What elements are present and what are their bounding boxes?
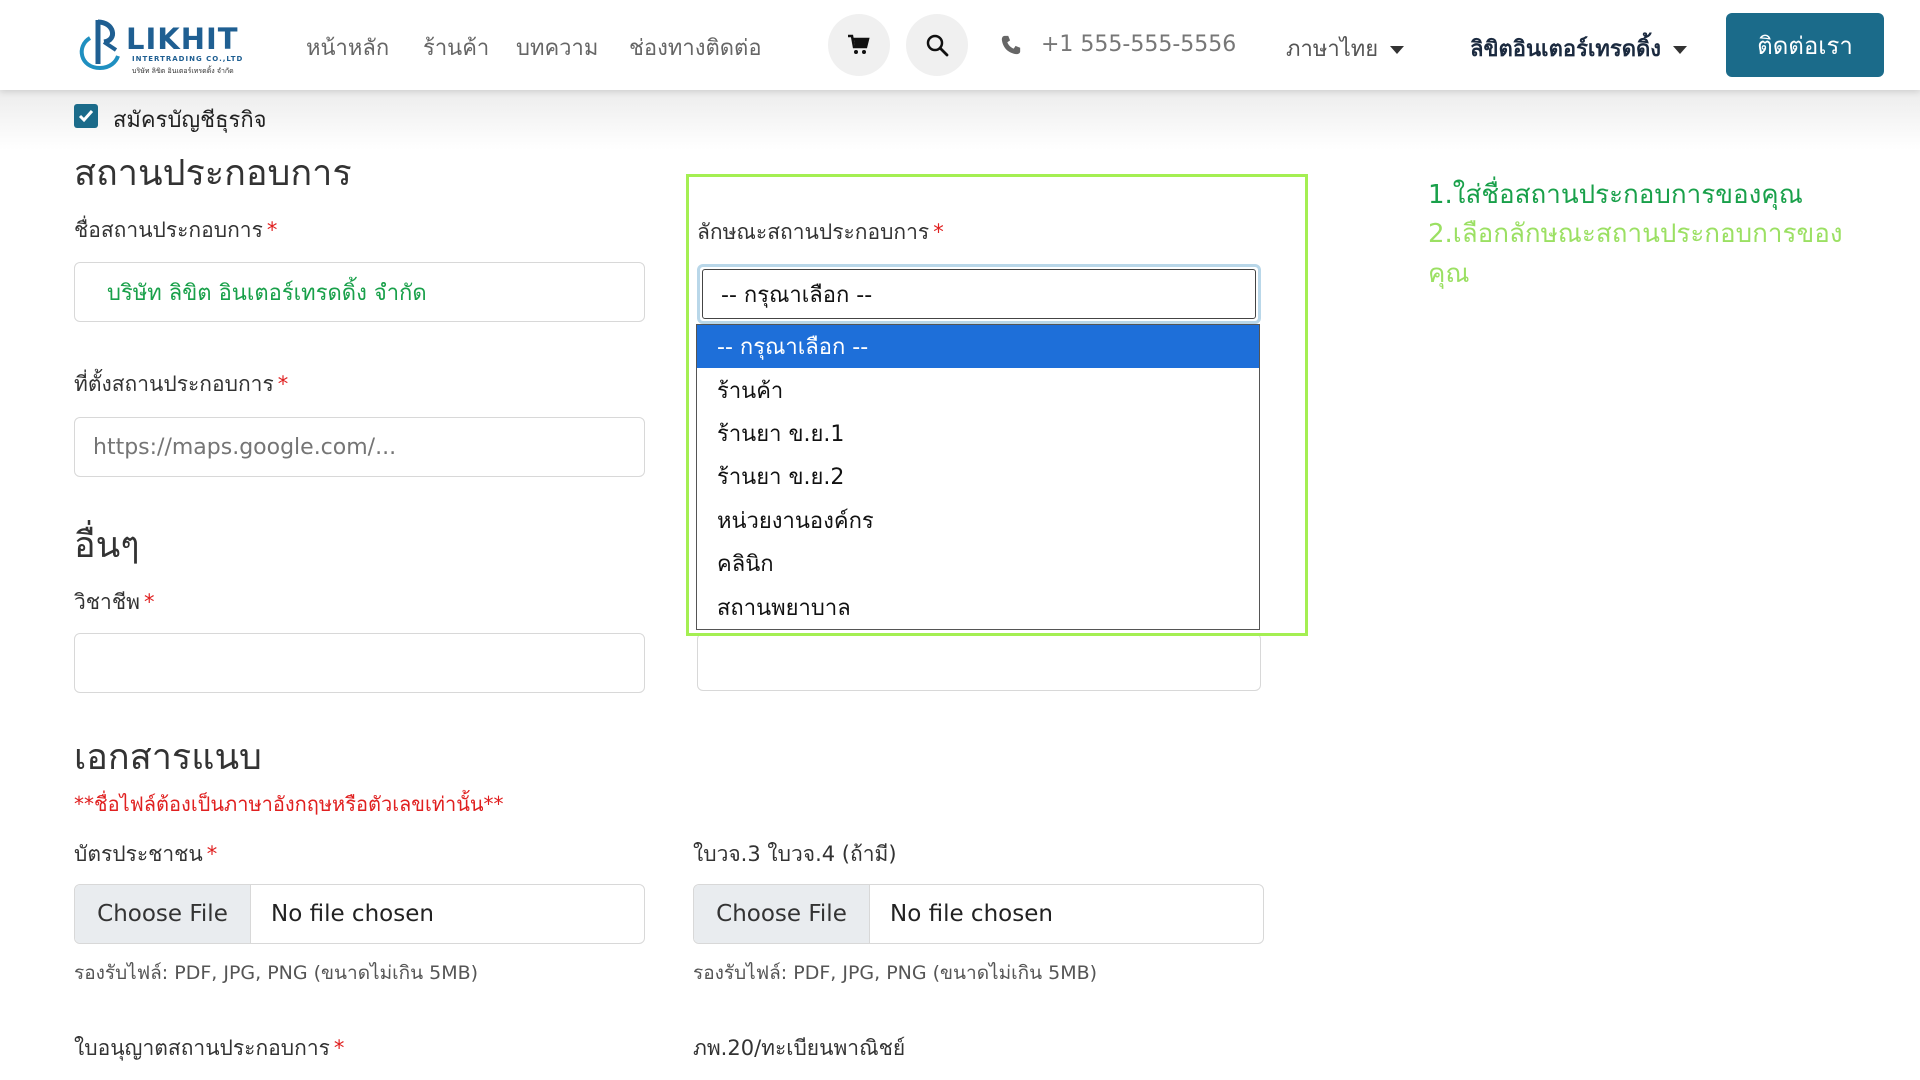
occupation-input[interactable]: [74, 633, 645, 693]
option-placeholder[interactable]: -- กรุณาเลือก --: [697, 325, 1259, 369]
check-icon: [78, 110, 94, 123]
language-label: ภาษาไทย: [1286, 37, 1379, 62]
option-organization[interactable]: หน่วยงานองค์กร: [697, 499, 1259, 542]
section-title-business: สถานประกอบการ: [74, 153, 352, 194]
search-icon: [926, 34, 949, 57]
phone-number[interactable]: +1 555-555-5556: [1041, 32, 1236, 57]
option-clinic[interactable]: คลินิก: [697, 542, 1259, 585]
location-label: ที่ตั้งสถานประกอบการ *: [74, 372, 289, 396]
chevron-down-icon: [1673, 46, 1688, 54]
logo-name: LIKHIT: [126, 22, 239, 56]
nav-contact[interactable]: ช่องทางติดต่อ: [629, 30, 762, 65]
business-type-options-list: -- กรุณาเลือก -- ร้านค้า ร้านยา ข.ย.1 ร้…: [696, 324, 1260, 630]
commerce-registration-label: ภพ.20/ทะเบียนพาณิชย์: [693, 1036, 906, 1060]
logo-subtitle: INTERTRADING CO.,LTD: [132, 55, 244, 63]
search-button[interactable]: [906, 14, 968, 76]
business-account-label: สมัครบัญชีธุรกิจ: [113, 108, 267, 133]
file-hint: รองรับไฟล์: PDF, JPG, PNG (ขนาดไม่เกิน 5…: [693, 962, 1098, 984]
id-card-label: บัตรประชาชน *: [74, 842, 218, 866]
secondary-input[interactable]: [697, 633, 1261, 691]
logo-subtitle-thai: บริษัท ลิขิต อินเตอร์เทรดดิ้ง จำกัด: [132, 67, 234, 75]
top-header: LIKHIT INTERTRADING CO.,LTD บริษัท ลิขิต…: [0, 0, 1920, 90]
section-title-documents: เอกสารแนบ: [74, 737, 262, 778]
business-type-label: ลักษณะสถานประกอบการ *: [697, 220, 944, 244]
file-name-warning: **ชื่อไฟล์ต้องเป็นภาษาอังกฤษหรือตัวเลขเท…: [74, 792, 504, 816]
header-shadow-band: [0, 90, 1920, 150]
business-account-checkbox[interactable]: [74, 104, 98, 128]
file-status: No file chosen: [890, 901, 1053, 927]
option-pharmacy-1[interactable]: ร้านยา ข.ย.1: [697, 412, 1259, 455]
annotation-step-1: 1.ใส่ชื่อสถานประกอบการของคุณ: [1428, 180, 1803, 210]
chevron-down-icon: [1390, 46, 1405, 54]
nav-shop[interactable]: ร้านค้า: [423, 30, 489, 65]
contact-us-button[interactable]: ติดต่อเรา: [1726, 13, 1884, 77]
choose-file-button[interactable]: Choose File: [75, 885, 251, 943]
vat-docs-label: ใบวจ.3 ใบวจ.4 (ถ้ามี): [693, 842, 897, 866]
cart-button[interactable]: [828, 14, 890, 76]
section-title-other: อื่นๆ: [74, 525, 140, 566]
phone-icon: [1001, 35, 1021, 55]
business-type-select[interactable]: -- กรุณาเลือก --: [697, 264, 1261, 324]
file-hint: รองรับไฟล์: PDF, JPG, PNG (ขนาดไม่เกิน 5…: [74, 962, 479, 984]
option-hospital[interactable]: สถานพยาบาล: [697, 585, 1259, 628]
nav-home[interactable]: หน้าหลัก: [306, 30, 389, 65]
file-status: No file chosen: [271, 901, 434, 927]
choose-file-button[interactable]: Choose File: [694, 885, 870, 943]
logo-mark-icon: [79, 19, 120, 71]
option-pharmacy-2[interactable]: ร้านยา ข.ย.2: [697, 455, 1259, 498]
occupation-label: วิชาชีพ *: [74, 590, 155, 614]
company-logo[interactable]: LIKHIT INTERTRADING CO.,LTD บริษัท ลิขิต…: [74, 14, 256, 76]
annotation-step-2: 2.เลือกลักษณะสถานประกอบการของคุณ: [1428, 219, 1843, 289]
language-dropdown[interactable]: ภาษาไทย: [1286, 31, 1405, 66]
business-name-label: ชื่อสถานประกอบการ *: [74, 218, 278, 242]
option-shop[interactable]: ร้านค้า: [697, 368, 1259, 411]
vat-docs-file-input[interactable]: Choose File No file chosen: [693, 884, 1264, 944]
nav-blog[interactable]: บทความ: [516, 30, 598, 65]
location-input[interactable]: [74, 417, 645, 477]
account-name: ลิขิตอินเตอร์เทรดดิ้ง: [1470, 37, 1662, 62]
cart-icon: [848, 34, 870, 54]
business-name-input[interactable]: บริษัท ลิขิต อินเตอร์เทรดดิ้ง จำกัด: [74, 262, 645, 322]
business-type-selected-value: -- กรุณาเลือก --: [702, 269, 1256, 319]
business-license-label: ใบอนุญาตสถานประกอบการ *: [74, 1036, 345, 1060]
id-card-file-input[interactable]: Choose File No file chosen: [74, 884, 645, 944]
account-dropdown[interactable]: ลิขิตอินเตอร์เทรดดิ้ง: [1470, 31, 1688, 66]
